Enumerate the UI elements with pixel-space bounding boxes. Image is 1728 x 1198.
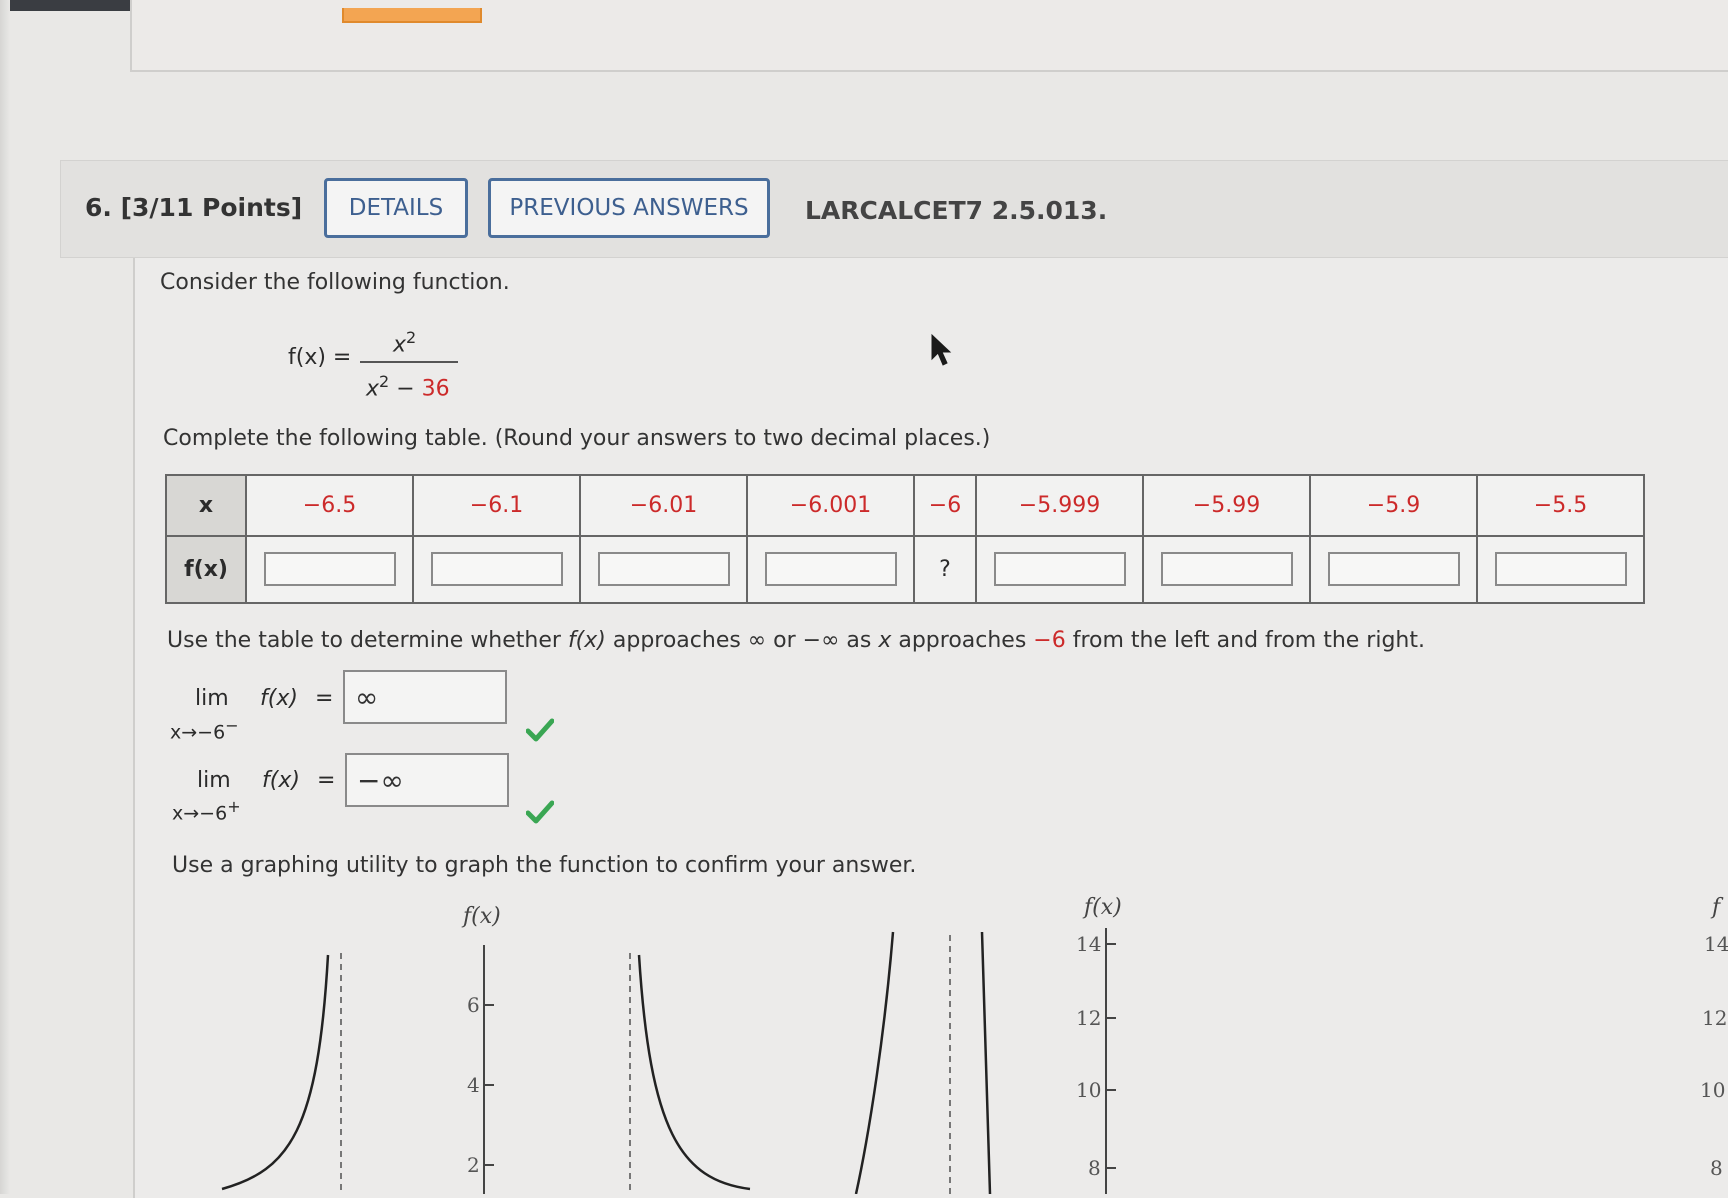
graph3-tick-label: 10 <box>1700 1078 1725 1102</box>
left-limit-input[interactable]: ∞ <box>343 670 507 724</box>
graph2-axis-label: f(x) <box>1082 895 1122 920</box>
graph2-curve-left <box>854 931 895 1194</box>
complete-table-text: Complete the following table. (Round you… <box>163 426 991 451</box>
graph2-tick-label: 10 <box>1076 1078 1101 1102</box>
fx-cell <box>975 534 1144 605</box>
use-table-text: Use the table to determine whether f(x) … <box>167 628 1425 653</box>
graphs-area: f(x) 6 4 2 f(x) 14 12 10 8 f 14 12 10 8 <box>221 895 1728 1194</box>
check-icon <box>526 718 554 742</box>
graph1-tick-label: 6 <box>467 993 480 1017</box>
graph2-tick-label: 8 <box>1088 1156 1101 1180</box>
values-table: x −6.5 −6.1 −6.01 −6.001 −6 −5.999 −5.99… <box>165 474 1645 605</box>
lim-word-right: lim <box>197 768 231 793</box>
lim-equals-left: = <box>315 686 334 711</box>
graph1-curve-left <box>221 954 330 1191</box>
details-button[interactable]: DETAILS <box>324 178 468 238</box>
fx-answer-input[interactable] <box>1327 552 1460 587</box>
lim-word-left: lim <box>195 686 229 711</box>
fx-undefined-cell: ? <box>913 534 977 605</box>
x-value: −5.9 <box>1309 474 1478 537</box>
graph2-ticks <box>1106 943 1116 1169</box>
table-row: x −6.5 −6.1 −6.01 −6.001 −6 −5.999 −5.99… <box>165 474 1645 537</box>
problem-id: LARCALCET7 2.5.013. <box>805 196 1108 225</box>
consider-text: Consider the following function. <box>160 270 510 295</box>
x-value: −6.1 <box>412 474 581 537</box>
fx-answer-input[interactable] <box>764 552 897 587</box>
previous-answers-button[interactable]: PREVIOUS ANSWERS <box>488 178 770 238</box>
fx-answer-input[interactable] <box>597 552 730 587</box>
table-row: f(x) ? <box>165 534 1645 605</box>
graph3-axis-label: f <box>1710 895 1724 920</box>
x-value: −6.01 <box>579 474 748 537</box>
graph1-tick-label: 2 <box>467 1153 480 1177</box>
x-value: −5.5 <box>1476 474 1645 537</box>
fx-answer-input[interactable] <box>263 552 396 587</box>
fx-cell <box>746 534 915 605</box>
fx-answer-input[interactable] <box>1160 552 1293 587</box>
x-value: −6 <box>913 474 977 537</box>
graph2-curve-right <box>980 931 992 1194</box>
lim-subscript-right: x→−6+ <box>172 797 241 825</box>
x-value: −6.5 <box>245 474 414 537</box>
check-icon <box>526 800 554 824</box>
fx-answer-input[interactable] <box>1494 552 1627 587</box>
fx-header: f(x) <box>165 534 247 605</box>
graph1-axis-label: f(x) <box>461 904 501 929</box>
graph3-tick-label: 12 <box>1702 1006 1727 1030</box>
graph1-ticks <box>484 1004 494 1166</box>
graph1-curve-right <box>637 954 751 1191</box>
lim-fx-left: f(x) <box>260 686 298 711</box>
question-number-points: 6. [3/11 Points] <box>85 193 303 222</box>
graphing-text: Use a graphing utility to graph the func… <box>172 853 917 878</box>
x-value: −5.999 <box>975 474 1144 537</box>
fx-cell <box>1142 534 1311 605</box>
graph2-tick-label: 12 <box>1076 1006 1101 1030</box>
fx-cell <box>579 534 748 605</box>
x-value: −6.001 <box>746 474 915 537</box>
mouse-cursor-icon <box>930 333 954 373</box>
fx-answer-input[interactable] <box>430 552 563 587</box>
x-header: x <box>165 474 247 537</box>
lim-subscript-left: x→−6− <box>170 716 239 744</box>
x-value: −5.99 <box>1142 474 1311 537</box>
function-lhs: f(x) = <box>288 345 352 370</box>
previous-question-button[interactable] <box>342 8 482 23</box>
fx-cell <box>1309 534 1478 605</box>
graph1-tick-label: 4 <box>467 1073 480 1097</box>
function-denominator: x2 − 36 <box>366 372 450 402</box>
fraction-bar <box>360 361 458 363</box>
graph3-tick-label: 8 <box>1710 1156 1723 1180</box>
lim-equals-right: = <box>317 768 336 793</box>
fx-cell <box>1476 534 1645 605</box>
fx-cell <box>412 534 581 605</box>
graph3-tick-label: 14 <box>1704 932 1728 956</box>
graph2-tick-label: 14 <box>1076 932 1101 956</box>
fx-cell <box>245 534 414 605</box>
lim-fx-right: f(x) <box>262 768 300 793</box>
function-numerator: x2 <box>393 328 417 358</box>
right-limit-input[interactable]: −∞ <box>345 753 509 807</box>
fx-answer-input[interactable] <box>993 552 1126 587</box>
